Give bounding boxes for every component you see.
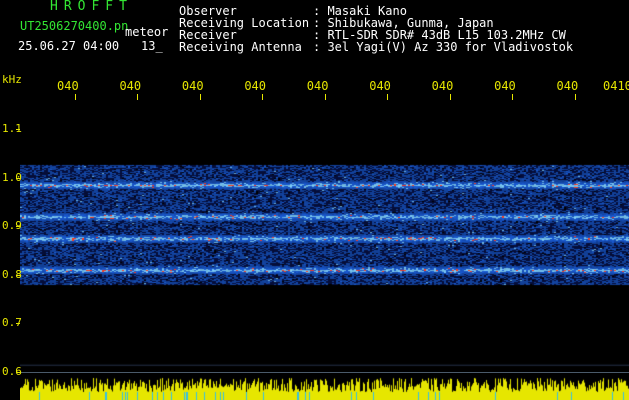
x-tick-label: 040 [244,79,267,93]
datetime-stamp: 25.06.27 04:00 [18,39,120,53]
x-tick-label: 040 [57,79,79,93]
x-tick-label: 0410 [603,79,629,93]
x-tick-mark [512,94,513,100]
x-tick-mark [75,94,76,100]
y-tick-mark [16,323,20,324]
power-trace [20,374,629,400]
x-tick-mark [575,94,576,100]
detection-count: 13_ [141,39,163,53]
x-tick-label: 040 [494,79,516,93]
x-tick-label: 040 [556,79,579,93]
x-tick-label: 040 [306,79,329,93]
plot-baseline [20,372,629,373]
x-tick-mark [200,94,201,100]
y-axis-unit: kHz [2,73,22,86]
y-tick-mark [16,129,20,130]
info-antenna-label: Receiving Antenna [179,40,302,54]
x-tick-label: 040 [181,79,204,93]
spectrogram-canvas [20,100,629,372]
y-tick-mark [16,178,20,179]
y-tick-mark [16,275,20,276]
y-tick-mark [16,226,20,227]
file-extension: meteor [125,25,169,39]
x-tick-mark [262,94,263,100]
x-tick-mark [450,94,451,100]
file-name: UT2506270400.pn [20,19,129,33]
x-tick-mark [325,94,326,100]
x-tick-label: 040 [119,79,142,93]
x-tick-label: 040 [431,79,454,93]
x-tick-mark [137,94,138,100]
x-tick-mark [387,94,388,100]
brand-title: HROFFT [50,0,133,14]
y-tick-mark [16,372,20,373]
x-tick-label: 040 [369,79,391,93]
info-antenna-value: : 3el Yagi(V) Az 330 for Vladivostok [313,40,574,54]
